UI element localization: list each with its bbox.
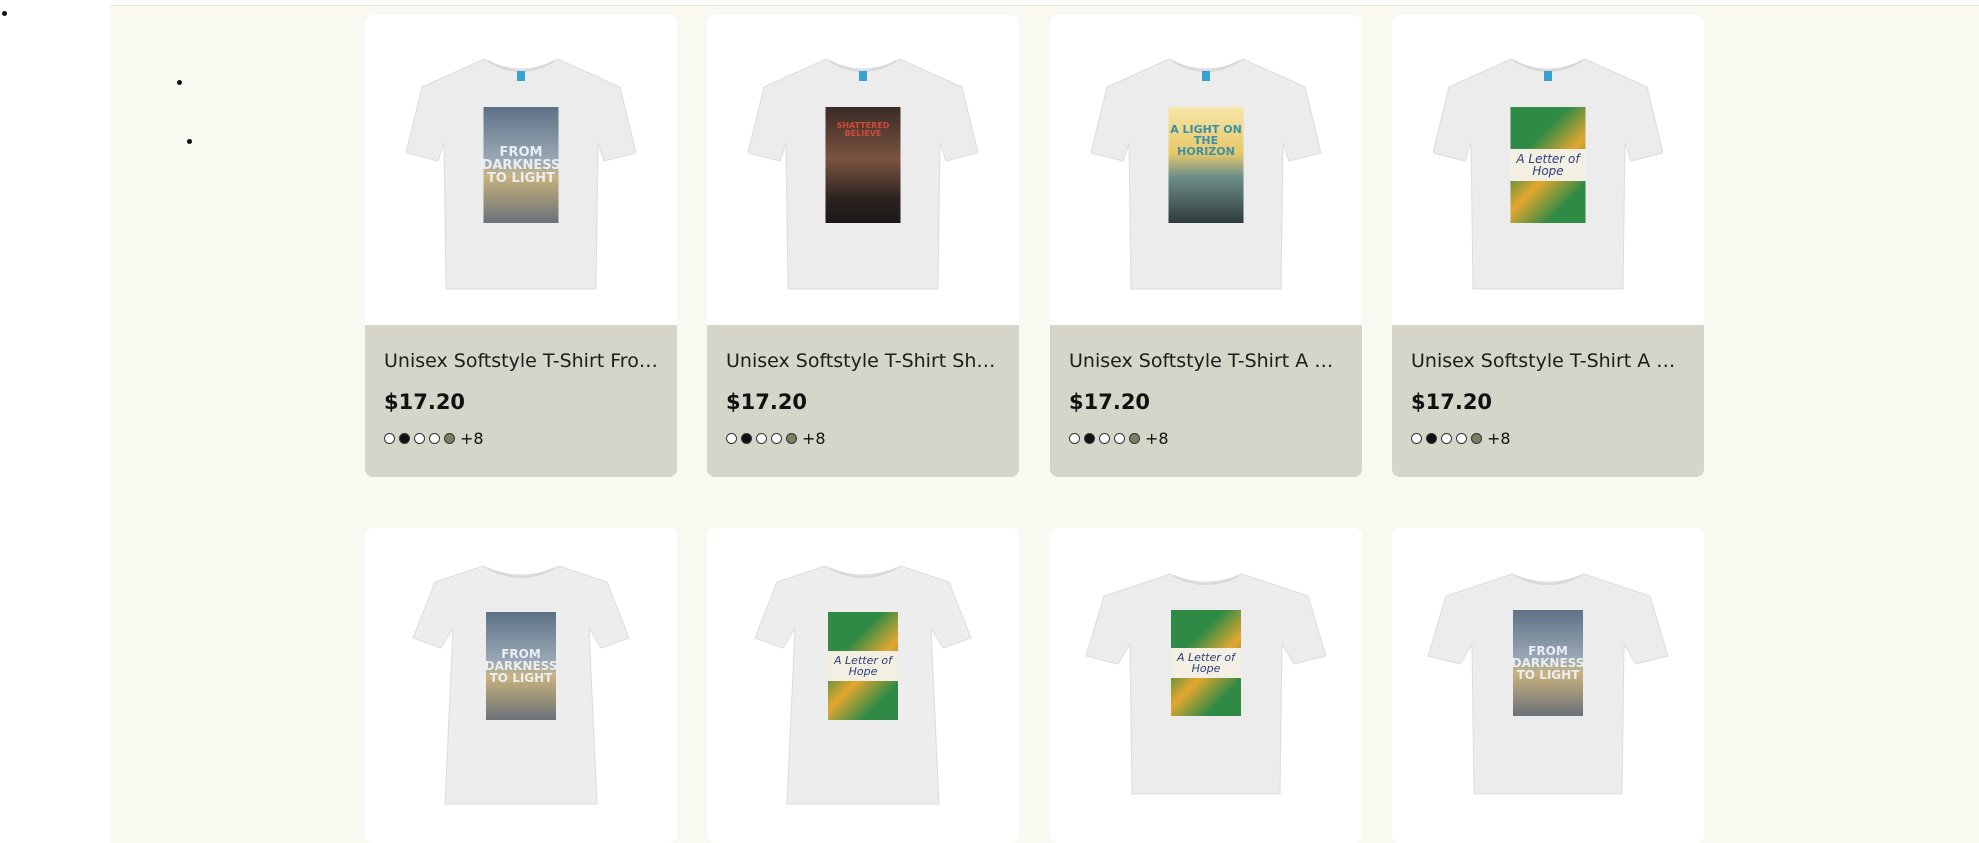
product-image[interactable]: A Letter of Hope	[707, 528, 1019, 838]
color-swatch-icon[interactable]	[1099, 432, 1110, 444]
more-colors-count: +8	[802, 428, 826, 448]
tshirt-icon: FROM DARKNESS TO LIGHT	[406, 51, 636, 296]
product-price: $17.20	[1069, 390, 1151, 414]
color-swatches: +8	[1069, 428, 1343, 448]
color-swatch-icon[interactable]	[741, 432, 752, 444]
tshirt-icon: A Letter of Hope	[1086, 568, 1326, 798]
product-card[interactable]: A Letter of Hope	[1050, 528, 1362, 843]
color-swatch-icon[interactable]	[1471, 432, 1482, 444]
product-info: Unisex Softstyle T-Shirt A Let… $17.20 +…	[1392, 325, 1704, 477]
bullet-icon	[2, 11, 7, 16]
color-swatch-icon[interactable]	[384, 432, 395, 444]
product-card[interactable]: A Letter of Hope Unisex Softstyle T-Shir…	[1392, 15, 1704, 477]
tshirt-icon: A LIGHT ON THE HORIZON	[1091, 51, 1321, 296]
color-swatch-icon[interactable]	[771, 432, 782, 444]
product-info: Unisex Softstyle T-Shirt Shatt… $17.20 +…	[707, 325, 1019, 477]
product-image[interactable]: SHATTERED BELIEVE	[707, 15, 1019, 325]
tshirt-icon: A Letter of Hope	[1433, 51, 1663, 296]
product-title[interactable]: Unisex Softstyle T-Shirt A Let…	[1411, 325, 1685, 372]
product-title[interactable]: Unisex Softstyle T-Shirt From…	[384, 325, 658, 372]
product-image[interactable]: FROM DARKNESS TO LIGHT	[365, 15, 677, 325]
tshirt-icon: A Letter of Hope	[753, 558, 973, 808]
print-graphic: A Letter of Hope	[828, 612, 898, 720]
product-image[interactable]: FROM DARKNESS TO LIGHT	[365, 528, 677, 838]
color-swatch-icon[interactable]	[1129, 432, 1140, 444]
more-colors-count: +8	[460, 428, 484, 448]
color-swatch-icon[interactable]	[1456, 432, 1467, 444]
product-price: $17.20	[384, 390, 466, 414]
color-swatch-icon[interactable]	[1441, 432, 1452, 444]
product-card[interactable]: A Letter of Hope	[707, 528, 1019, 843]
main-content: FROM DARKNESS TO LIGHT Unisex Softstyle …	[110, 5, 1979, 843]
color-swatches: +8	[384, 428, 658, 448]
product-card[interactable]: FROM DARKNESS TO LIGHT	[1392, 528, 1704, 843]
tshirt-icon: SHATTERED BELIEVE	[748, 51, 978, 296]
more-colors-count: +8	[1145, 428, 1169, 448]
product-image[interactable]: FROM DARKNESS TO LIGHT	[1392, 528, 1704, 838]
print-graphic: FROM DARKNESS TO LIGHT	[483, 107, 559, 223]
product-card[interactable]: SHATTERED BELIEVE Unisex Softstyle T-Shi…	[707, 15, 1019, 477]
color-swatch-icon[interactable]	[726, 432, 737, 444]
print-graphic: FROM DARKNESS TO LIGHT	[486, 612, 556, 720]
color-swatch-icon[interactable]	[756, 432, 767, 444]
color-swatch-icon[interactable]	[1084, 432, 1095, 444]
product-image[interactable]: A LIGHT ON THE HORIZON	[1050, 15, 1362, 325]
product-card[interactable]: FROM DARKNESS TO LIGHT Unisex Softstyle …	[365, 15, 677, 477]
product-title[interactable]: Unisex Softstyle T-Shirt A Lig…	[1069, 325, 1343, 372]
product-title[interactable]: Unisex Softstyle T-Shirt Shatt…	[726, 325, 1000, 372]
color-swatch-icon[interactable]	[1114, 432, 1125, 444]
tshirt-icon: FROM DARKNESS TO LIGHT	[1428, 568, 1668, 798]
bullet-icon	[187, 139, 192, 144]
print-graphic: SHATTERED BELIEVE	[825, 107, 901, 223]
product-info: Unisex Softstyle T-Shirt From… $17.20 +8	[365, 325, 677, 477]
product-image[interactable]: A Letter of Hope	[1392, 15, 1704, 325]
color-swatch-icon[interactable]	[1069, 432, 1080, 444]
product-price: $17.20	[726, 390, 808, 414]
product-image[interactable]: A Letter of Hope	[1050, 528, 1362, 838]
color-swatch-icon[interactable]	[429, 432, 440, 444]
product-info: Unisex Softstyle T-Shirt A Lig… $17.20 +…	[1050, 325, 1362, 477]
tshirt-icon: FROM DARKNESS TO LIGHT	[411, 558, 631, 808]
color-swatch-icon[interactable]	[1426, 432, 1437, 444]
print-graphic: A LIGHT ON THE HORIZON	[1168, 107, 1244, 223]
more-colors-count: +8	[1487, 428, 1511, 448]
bullet-icon	[177, 80, 182, 85]
product-price: $17.20	[1411, 390, 1493, 414]
color-swatch-icon[interactable]	[399, 432, 410, 444]
product-card[interactable]: A LIGHT ON THE HORIZON Unisex Softstyle …	[1050, 15, 1362, 477]
color-swatch-icon[interactable]	[414, 432, 425, 444]
color-swatch-icon[interactable]	[786, 432, 797, 444]
color-swatches: +8	[726, 428, 1000, 448]
print-graphic: A Letter of Hope	[1171, 610, 1241, 716]
product-card[interactable]: FROM DARKNESS TO LIGHT	[365, 528, 677, 843]
print-graphic: FROM DARKNESS TO LIGHT	[1513, 610, 1583, 716]
color-swatch-icon[interactable]	[444, 432, 455, 444]
print-graphic: A Letter of Hope	[1510, 107, 1586, 223]
color-swatch-icon[interactable]	[1411, 432, 1422, 444]
color-swatches: +8	[1411, 428, 1685, 448]
